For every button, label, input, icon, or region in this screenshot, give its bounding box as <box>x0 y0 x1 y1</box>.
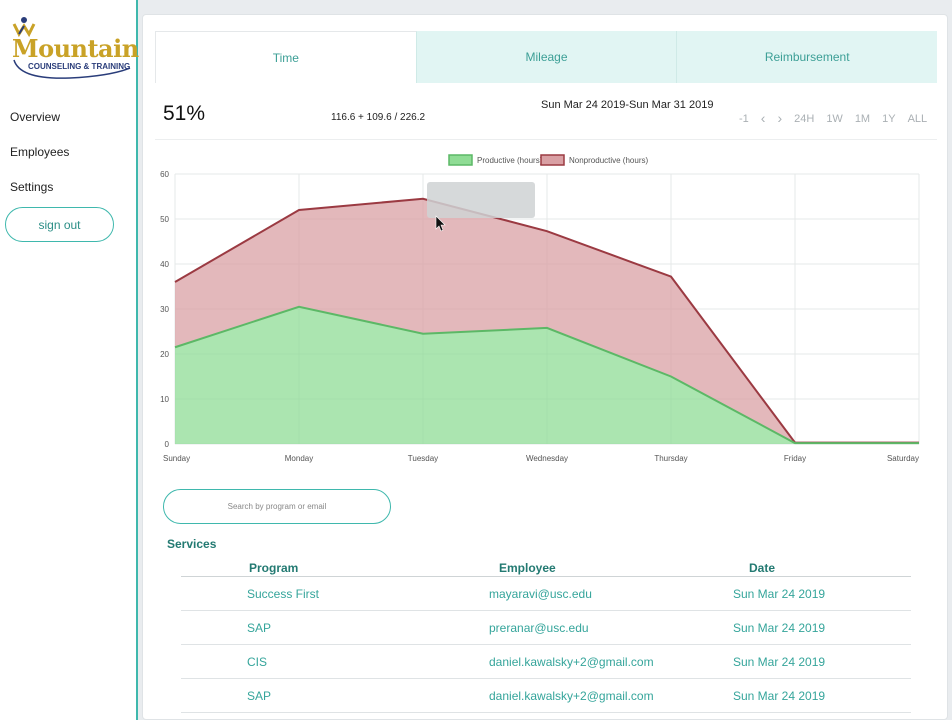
x-tick-label: Tuesday <box>408 454 438 463</box>
cell-program: SAP <box>247 621 272 635</box>
range-1m[interactable]: 1M <box>849 113 876 125</box>
cell-program: SAP <box>247 689 272 703</box>
cell-program: Success First <box>247 587 320 601</box>
hours-area-chart: 0 10 20 30 40 50 60 Sunday Monday Tuesday Wednesd… <box>160 154 920 463</box>
table-row[interactable]: CIS daniel.kawalsky+2@gmail.com Sun Mar … <box>181 645 911 679</box>
productivity-percent: 51% <box>163 102 206 125</box>
chart-y-axis: 0 10 20 30 40 50 60 <box>160 170 169 449</box>
legend-label: Productive (hours) <box>477 156 543 165</box>
hours-ratio: 116.6 + 109.6 / 226.2 <box>331 112 426 123</box>
cell-date: Sun Mar 24 2019 <box>733 621 826 635</box>
cell-employee[interactable]: daniel.kawalsky+2@gmail.com <box>489 689 654 703</box>
chart-areas <box>174 197 919 445</box>
services-title: Services <box>167 537 217 551</box>
chart-x-axis: Sunday Monday Tuesday Wednesday Thursday Frid… <box>163 454 919 463</box>
range-1w[interactable]: 1W <box>820 113 849 125</box>
main-panel: Time Mileage Reimbursement 51% 116.6 + 1… <box>142 14 948 720</box>
tab-bar: Time Mileage Reimbursement <box>155 31 938 83</box>
y-tick-label: 20 <box>160 350 169 359</box>
logo-tagline: COUNSELING & TRAINING <box>28 62 131 71</box>
x-tick-label: Monday <box>285 454 313 463</box>
table-row[interactable]: SAP preranar@usc.edu Sun Mar 24 2019 <box>181 611 911 645</box>
y-tick-label: 0 <box>165 440 170 449</box>
services-table-header: Program Employee Date <box>181 561 911 577</box>
y-tick-label: 30 <box>160 305 169 314</box>
nav-overview[interactable]: Overview <box>10 110 60 124</box>
nav-employees[interactable]: Employees <box>10 145 69 159</box>
cell-program: CIS <box>247 655 268 669</box>
nav-settings[interactable]: Settings <box>10 180 53 194</box>
column-header-program[interactable]: Program <box>249 561 298 575</box>
range-all[interactable]: ALL <box>902 113 934 125</box>
sign-out-button[interactable]: sign out <box>5 207 114 242</box>
x-tick-label: Wednesday <box>526 454 568 463</box>
legend-label: Nonproductive (hours) <box>569 156 648 165</box>
y-tick-label: 10 <box>160 395 169 404</box>
legend-swatch <box>448 154 473 166</box>
chevron-right-icon[interactable]: › <box>771 111 788 125</box>
table-row[interactable]: Success First mayaravi@usc.edu Sun Mar 2… <box>181 577 911 611</box>
x-tick-label: Saturday <box>887 454 919 463</box>
header-divider <box>155 139 937 140</box>
range-24h[interactable]: 24H <box>788 113 820 125</box>
y-tick-label: 50 <box>160 215 169 224</box>
y-tick-label: 40 <box>160 260 169 269</box>
column-header-date[interactable]: Date <box>749 561 775 575</box>
company-logo[interactable]: Mountain COUNSELING & TRAINING <box>10 14 139 86</box>
chevron-left-icon[interactable]: ‹ <box>755 111 772 125</box>
x-tick-label: Sunday <box>163 454 190 463</box>
tab-reimbursement[interactable]: Reimbursement <box>677 31 938 83</box>
sidebar: Mountain COUNSELING & TRAINING Overview … <box>0 0 139 720</box>
date-range: Sun Mar 24 2019-Sun Mar 31 2019 <box>541 99 714 111</box>
cell-date: Sun Mar 24 2019 <box>733 655 826 669</box>
cell-employee[interactable]: preranar@usc.edu <box>489 621 589 635</box>
range-prev-one[interactable]: -1 <box>733 113 755 125</box>
range-1y[interactable]: 1Y <box>876 113 901 125</box>
cell-date: Sun Mar 24 2019 <box>733 587 826 601</box>
cell-employee[interactable]: mayaravi@usc.edu <box>489 587 592 601</box>
tab-mileage[interactable]: Mileage <box>416 31 678 83</box>
chart-legend: Productive (hours) Nonproductive (hours) <box>448 154 648 166</box>
column-header-employee[interactable]: Employee <box>499 561 556 575</box>
cell-date: Sun Mar 24 2019 <box>733 689 826 703</box>
legend-swatch <box>540 154 565 166</box>
tab-time[interactable]: Time <box>155 31 417 83</box>
table-row[interactable]: SAP daniel.kawalsky+2@gmail.com Sun Mar … <box>181 679 911 713</box>
x-tick-label: Friday <box>784 454 806 463</box>
chart-tooltip <box>427 182 535 218</box>
cell-employee[interactable]: daniel.kawalsky+2@gmail.com <box>489 655 654 669</box>
range-selector: -1 ‹ › 24H 1W 1M 1Y ALL <box>733 111 934 125</box>
x-tick-label: Thursday <box>654 454 687 463</box>
search-input[interactable] <box>163 489 391 524</box>
y-tick-label: 60 <box>160 170 169 179</box>
